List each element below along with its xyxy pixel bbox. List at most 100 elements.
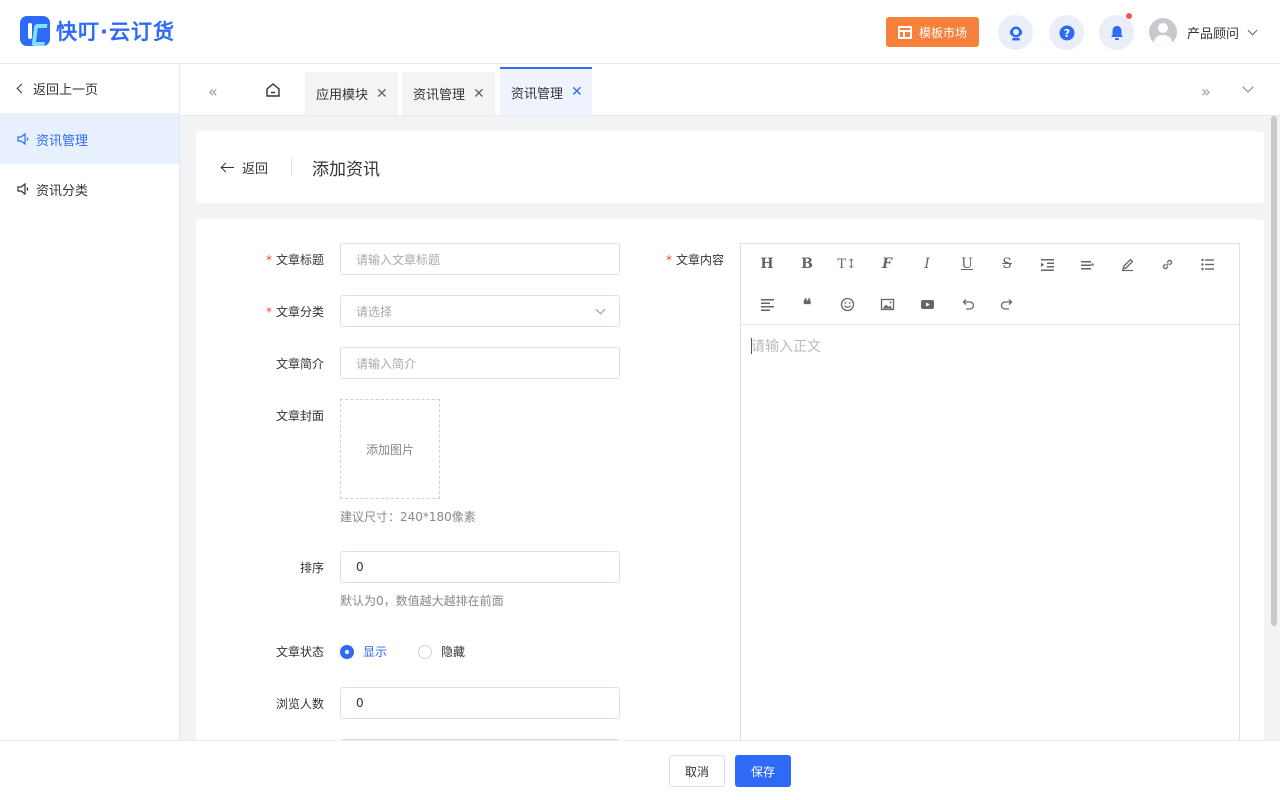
tab-label: 资讯管理 [511,86,564,102]
service-icon [1009,26,1022,40]
back-label: 返回 [242,162,269,177]
italic-icon[interactable]: I [914,251,940,277]
close-icon[interactable]: ✕ [376,86,388,102]
page-title: 添加资讯 [312,160,380,180]
tab-label: 资讯管理 [413,88,466,103]
bullet-list-icon[interactable] [1194,251,1220,277]
heading-icon[interactable]: H [754,251,780,277]
svg-text:?: ? [1063,27,1069,40]
help-icon: ? [1059,25,1074,40]
status-label: 文章状态 [275,645,324,659]
heading-glyph: H [760,256,774,272]
editor-toolbar: H B T↕ F I U S ❝ [741,244,1239,325]
title-placeholder: 请输入文章标题 [356,252,441,267]
chevron-down-icon[interactable] [1242,81,1254,93]
views-label: 浏览人数 [275,697,324,711]
indent-icon[interactable] [1034,251,1060,277]
font-family-glyph: F [882,256,892,272]
template-market-button[interactable]: 模板市场 [886,17,979,47]
customer-service-button[interactable] [998,15,1033,50]
page-scrollbar[interactable] [1271,116,1277,626]
undo-icon[interactable] [954,291,980,317]
rich-text-editor[interactable]: H B T↕ F I U S ❝ 请输入正文 [740,243,1240,749]
help-button[interactable]: ? [1049,15,1084,50]
underline-icon[interactable]: U [954,251,980,277]
speaker-icon [17,132,29,146]
underline-glyph: U [961,256,973,272]
back-button[interactable]: 返回 [221,158,268,177]
close-icon[interactable]: ✕ [473,86,485,102]
template-icon [897,25,912,39]
chevron-left-icon [16,83,27,94]
back-to-previous[interactable]: 返回上一页 [0,64,179,114]
bold-icon[interactable]: B [794,251,820,277]
title-input[interactable]: 请输入文章标题 [340,243,620,275]
category-label: * 文章分类 [224,303,324,320]
app-logo[interactable]: 快叮·云订货 [20,16,175,46]
align-icon[interactable] [754,291,780,317]
font-family-icon[interactable]: F [874,251,900,277]
chevron-down-icon [1247,25,1258,35]
arrow-left-icon [221,163,235,173]
home-icon[interactable] [264,81,282,99]
sort-label: 排序 [299,561,324,575]
user-menu[interactable]: 产品顾问 [1149,18,1258,46]
tab-app-module[interactable]: 应用模块 ✕ [305,72,398,115]
sidebar-item-label: 资讯分类 [36,183,89,199]
sort-input[interactable]: 0 [340,551,620,583]
logo-text: 快叮·云订货 [56,20,175,44]
sidebar-item-news-category[interactable]: 资讯分类 [0,164,179,214]
save-button[interactable]: 保存 [735,755,791,787]
category-placeholder: 请选择 [356,304,393,319]
close-icon[interactable]: ✕ [571,84,583,100]
sidebar-item-label: 资讯管理 [36,133,89,149]
title-label-text: 文章标题 [275,253,324,267]
top-header: 快叮·云订货 模板市场 ? 产品顾问 [0,0,1280,64]
cover-hint: 建议尺寸：240*180像素 [340,510,476,524]
title-label: * 文章标题 [224,251,324,268]
video-icon[interactable] [914,291,940,317]
radio-label: 隐藏 [441,645,466,659]
status-radio-show[interactable]: 显示 [340,643,387,660]
quote-icon[interactable]: ❝ [794,291,820,317]
scroll-right-icon[interactable]: » [1201,82,1211,101]
template-market-label: 模板市场 [918,25,967,40]
action-footer: 取消 保存 [0,740,1280,800]
speaker-icon [17,182,29,196]
sidebar-item-news-management[interactable]: 资讯管理 [0,114,179,164]
link-icon[interactable] [1154,251,1180,277]
line-height-icon[interactable] [1074,251,1100,277]
italic-glyph: I [924,256,930,272]
category-select[interactable]: 请选择 [340,295,620,327]
page-header-card: 返回 添加资讯 [196,131,1264,203]
tab-news-management[interactable]: 资讯管理 ✕ [402,72,495,115]
user-name: 产品顾问 [1187,26,1240,42]
summary-input[interactable]: 请输入简介 [340,347,620,379]
sort-value: 0 [356,560,364,574]
form-card: * 文章标题 请输入文章标题 * 文章分类 请选择 文章简介 请输入简介 文章封面 … [196,219,1264,749]
tab-news-management-active[interactable]: 资讯管理 ✕ [500,67,592,115]
bold-glyph: B [801,256,813,272]
status-radio-hide[interactable]: 隐藏 [418,643,465,660]
scroll-left-icon[interactable]: « [208,82,218,101]
redo-icon[interactable] [994,291,1020,317]
image-icon[interactable] [874,291,900,317]
notification-dot [1126,13,1132,19]
emoji-icon[interactable] [834,291,860,317]
chevron-down-icon [595,304,606,315]
cancel-button[interactable]: 取消 [669,755,725,787]
back-to-previous-label: 返回上一页 [33,83,99,98]
pen-icon[interactable] [1114,251,1140,277]
notification-button[interactable] [1099,13,1134,50]
avatar [1149,18,1177,46]
font-size-icon[interactable]: T↕ [834,251,860,277]
views-input[interactable]: 0 [340,687,620,719]
bell-icon [1110,25,1123,40]
category-label-text: 文章分类 [275,305,324,319]
cover-upload[interactable]: 添加图片 [340,399,440,499]
strikethrough-icon[interactable]: S [994,251,1020,277]
views-value: 0 [356,696,364,710]
summary-label: 文章简介 [275,357,324,371]
required-mark: * [265,253,272,267]
sort-hint: 默认为0，数值越大越排在前面 [340,594,504,608]
